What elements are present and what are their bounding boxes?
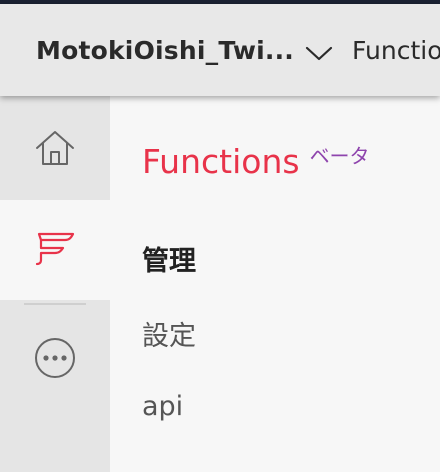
top-header: MotokiOishi_Twi... Functio (0, 4, 440, 96)
sidebar-divider (24, 303, 86, 305)
account-selector[interactable]: MotokiOishi_Twi... (36, 36, 334, 65)
sidebar-item-home[interactable] (0, 100, 110, 200)
chevron-down-icon (304, 40, 334, 61)
breadcrumb[interactable]: Functio (352, 36, 440, 65)
page-title: Functions (142, 142, 300, 181)
home-icon (33, 128, 77, 172)
main-content: Functions ベータ 管理 設定 api (110, 96, 440, 472)
more-icon (33, 336, 77, 384)
beta-badge: ベータ (309, 144, 370, 168)
functions-icon (33, 228, 77, 272)
sidebar-item-functions[interactable] (0, 200, 110, 300)
title-row: Functions ベータ (142, 142, 370, 182)
console-window: MotokiOishi_Twi... Functio Functions ベータ… (0, 0, 440, 472)
sidebar (0, 96, 110, 472)
menu-item-manage[interactable]: 管理 (142, 239, 196, 278)
account-name: MotokiOishi_Twi... (36, 35, 295, 65)
menu-item-api[interactable]: api (142, 391, 183, 422)
sidebar-item-more[interactable] (0, 310, 110, 410)
menu-item-settings[interactable]: 設定 (142, 314, 196, 353)
